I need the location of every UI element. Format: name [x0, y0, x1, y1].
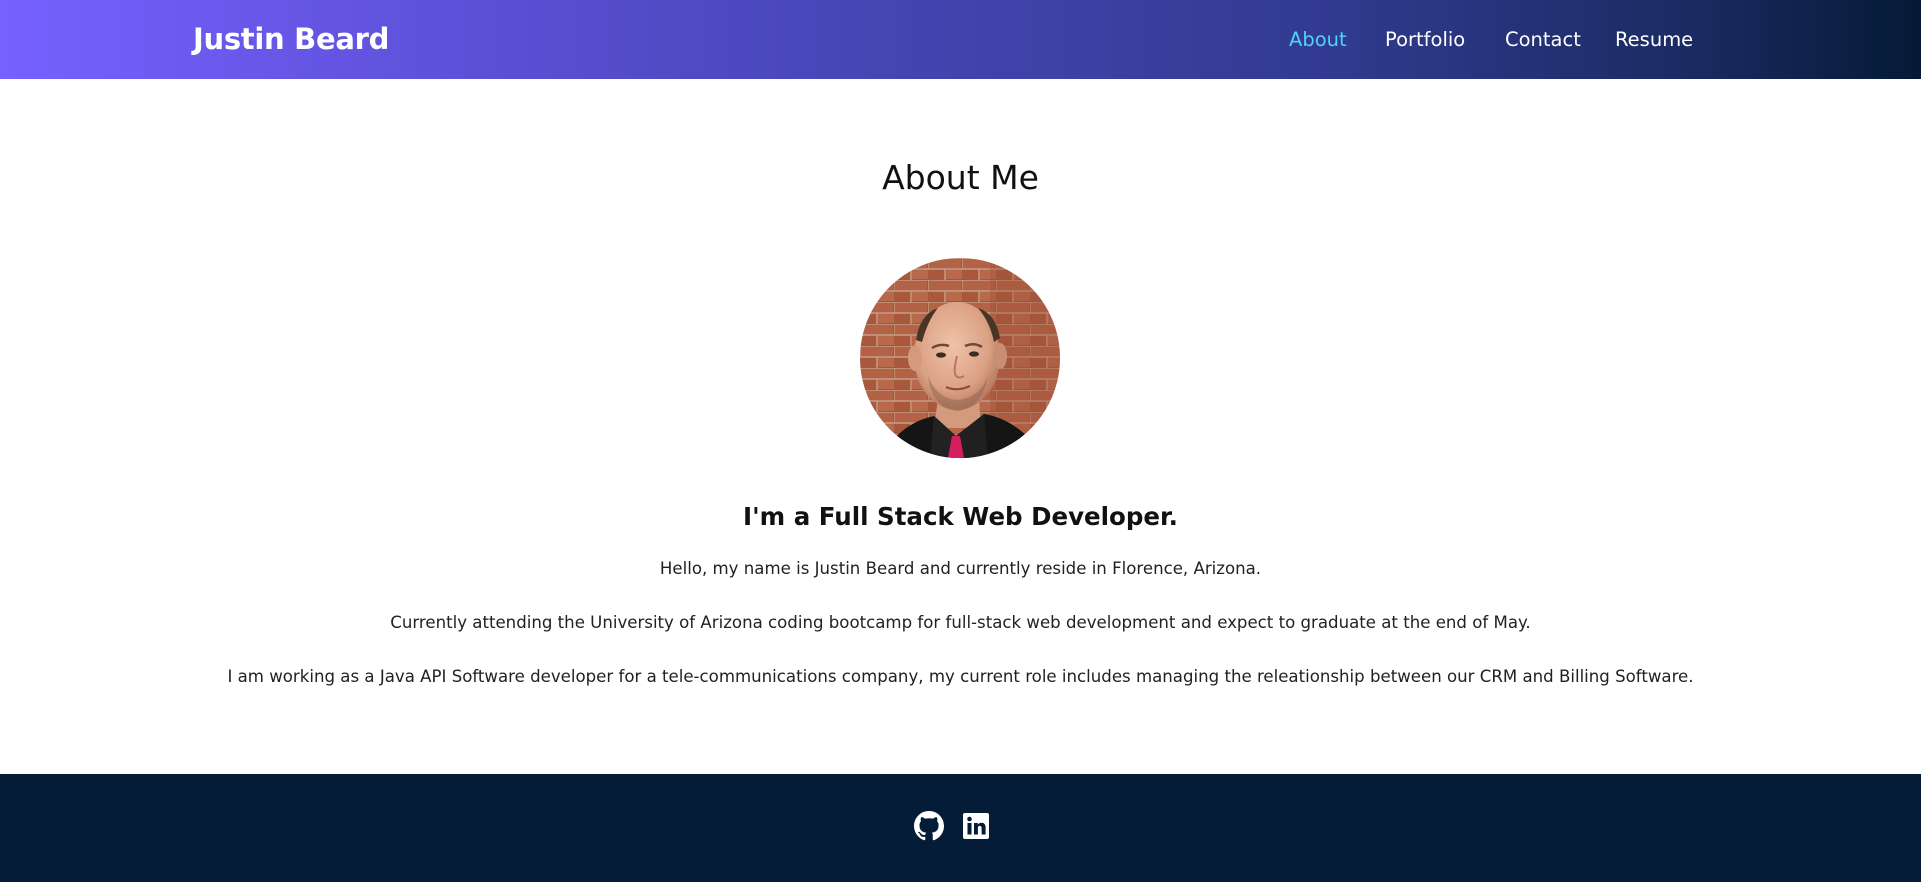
page-title: About Me	[882, 158, 1039, 197]
profile-photo	[860, 258, 1060, 458]
bio-paragraph: I am working as a Java API Software deve…	[227, 667, 1694, 686]
nav-link-portfolio[interactable]: Portfolio	[1385, 25, 1465, 55]
github-icon[interactable]	[914, 811, 944, 841]
bio-paragraph: Currently attending the University of Ar…	[390, 613, 1531, 632]
site-header: Justin Beard About Portfolio Contact Res…	[0, 0, 1921, 79]
nav-link-about[interactable]: About	[1289, 25, 1347, 55]
main-nav: About Portfolio Contact Resume	[0, 25, 1921, 55]
nav-link-resume[interactable]: Resume	[1615, 25, 1693, 55]
linkedin-icon[interactable]	[961, 811, 991, 841]
subtitle: I'm a Full Stack Web Developer.	[743, 502, 1178, 531]
profile-photo-image	[860, 258, 1060, 458]
nav-link-contact[interactable]: Contact	[1505, 25, 1581, 55]
site-footer	[0, 774, 1921, 882]
bio-paragraph: Hello, my name is Justin Beard and curre…	[659, 559, 1262, 578]
